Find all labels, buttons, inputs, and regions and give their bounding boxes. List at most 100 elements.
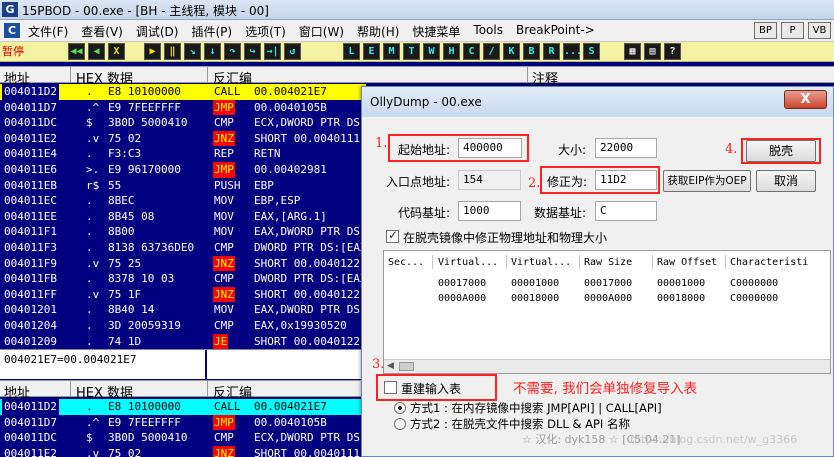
references-window-button[interactable]: R xyxy=(543,43,560,60)
patches-window-button[interactable]: / xyxy=(483,43,500,60)
col-divider[interactable] xyxy=(70,67,71,83)
annotation-1: 1. xyxy=(375,136,388,151)
sections-header[interactable]: Characteristi xyxy=(730,257,808,268)
disasm-row[interactable]: 004011F1. 8B00 MOV EAX,DWORD PTR DS:[ xyxy=(0,224,373,240)
cancel-button[interactable]: 取消 xyxy=(756,170,816,192)
pause-icon[interactable]: ‖ xyxy=(164,43,181,60)
breakpoints-window-button[interactable]: B xyxy=(523,43,540,60)
disasm-row[interactable]: 004011E6 >. E9 96170000 JMP 00.00402981 xyxy=(0,162,366,178)
col-comment[interactable]: 注释 xyxy=(532,68,558,87)
header-divider[interactable] xyxy=(432,255,433,269)
menu-logo-icon[interactable]: C xyxy=(4,23,20,38)
disasm-row[interactable]: 004011D2. E8 10100000 CALL 00.004021E7 xyxy=(0,84,366,100)
disasm-row[interactable]: 004011DC $3B0D 5000410 CMP ECX,DWORD PTR DS… xyxy=(0,115,373,131)
disasm-row[interactable]: 004011DC $3B0D 5000410 CMP ECX,DWORD PTR DS… xyxy=(0,430,373,446)
disasm-row[interactable]: 00401209. 74 1D JE SHORT 00.0040122 xyxy=(0,333,366,350)
disasm-row[interactable]: 00401204. 3D 20059319 CMP EAX,0x19930520 xyxy=(0,318,366,334)
disasm-row[interactable]: 004011FB. 8378 10 03 CMP DWORD PTR DS:[EAX+ xyxy=(0,271,373,287)
rebuild-import-checkbox[interactable] xyxy=(384,381,397,394)
threads-window-button[interactable]: T xyxy=(403,43,420,60)
restart-icon[interactable]: ◀◀ xyxy=(68,43,85,60)
menu-debug[interactable]: 调试(D) xyxy=(136,23,179,40)
method1-radio[interactable] xyxy=(394,402,406,414)
step-into-icon[interactable]: ↘ xyxy=(184,43,201,60)
cpu-window-button[interactable]: C xyxy=(463,43,480,60)
source-window-button[interactable]: S xyxy=(583,43,600,60)
col-divider[interactable] xyxy=(70,381,71,397)
header-divider[interactable] xyxy=(506,255,507,269)
menu-plugins[interactable]: 插件(P) xyxy=(191,23,232,40)
mnemonic-cell: MOV xyxy=(214,225,234,239)
callstack-window-button[interactable]: K xyxy=(503,43,520,60)
menu-breakpoint[interactable]: BreakPoint-> xyxy=(516,23,595,40)
section-cell: 00017000 xyxy=(438,278,487,289)
disasm-row[interactable]: 004011D7 .^ E9 7FEEFFFF JMP 00.0040105B xyxy=(0,99,366,116)
menu-window[interactable]: 窗口(W) xyxy=(299,23,344,40)
code-base-field[interactable]: 1000 xyxy=(458,201,521,221)
disasm-row[interactable]: 004011E2 .v 75 02 JNZ SHORT 00.0040111 xyxy=(0,445,366,457)
disasm-row[interactable]: 004011E2 .v 75 02 JNZ SHORT 00.0040111 xyxy=(0,130,366,147)
disasm-row[interactable]: 004011FF .v 75 1F JNZ SHORT 00.0040122 xyxy=(0,286,366,303)
sections-header[interactable]: Virtual... xyxy=(511,257,571,268)
trace-into-icon[interactable]: ↷ xyxy=(224,43,241,60)
sections-header[interactable]: Virtual... xyxy=(438,257,498,268)
disasm-row[interactable]: 004011D7 .^ E9 7FEEFFFF JMP 00.0040105B xyxy=(0,414,366,431)
memory-window-button[interactable]: M xyxy=(383,43,400,60)
menu-file[interactable]: 文件(F) xyxy=(28,23,68,40)
disasm-row[interactable]: 004011EE. 8B45 08 MOV EAX,[ARG.1] xyxy=(0,209,366,225)
col-divider[interactable] xyxy=(207,381,208,397)
disasm-row[interactable]: 004011F3. 8138 63736DE0 CMP DWORD PTR DS:[E… xyxy=(0,240,373,256)
dialog-title-bar[interactable]: OllyDump - 00.exe X xyxy=(362,87,833,117)
handles-window-button[interactable]: H xyxy=(443,43,460,60)
p-button[interactable]: P xyxy=(781,22,804,39)
run-icon[interactable]: ▶ xyxy=(144,43,161,60)
header-divider[interactable] xyxy=(652,255,653,269)
col-divider[interactable] xyxy=(527,67,528,83)
method2-radio[interactable] xyxy=(394,418,406,430)
get-eip-as-oep-button[interactable]: 获取EIP作为OEP xyxy=(663,170,751,192)
sections-header[interactable]: Raw Size xyxy=(584,257,632,268)
correct-to-field[interactable]: 11D2 xyxy=(595,170,657,190)
execute-till-return-icon[interactable]: →| xyxy=(264,43,281,60)
col-divider[interactable] xyxy=(207,67,208,83)
step-back-icon[interactable]: ◀ xyxy=(88,43,105,60)
disasm-row[interactable]: 004011EB r$ 55 PUSH EBP xyxy=(0,178,366,194)
bp-button[interactable]: BP xyxy=(754,22,777,39)
sections-header[interactable]: Raw Offset xyxy=(657,257,717,268)
data-base-field[interactable]: C xyxy=(595,201,657,221)
help-icon[interactable]: ? xyxy=(664,43,681,60)
run-trace-window-button[interactable]: ... xyxy=(563,43,582,60)
sections-header[interactable]: Sec... xyxy=(388,257,424,268)
sections-hscrollbar[interactable]: ◀ xyxy=(384,359,830,373)
disasm-row[interactable]: 004011D2. E8 10100000 CALL 00.004021E7 xyxy=(0,399,366,415)
menu-help[interactable]: 帮助(H) xyxy=(357,23,399,40)
disasm-row[interactable]: 004011F9 .v 75 25 JNZ SHORT 00.0040122 xyxy=(0,255,366,272)
disasm-row[interactable]: 004011E4. F3:C3 REP RETN xyxy=(0,146,366,162)
scroll-thumb[interactable] xyxy=(399,362,414,371)
menu-view[interactable]: 查看(V) xyxy=(81,23,123,40)
options-list-icon[interactable]: ▤ xyxy=(644,43,661,60)
menu-tools[interactable]: Tools xyxy=(473,23,503,40)
goto-icon[interactable]: ↺ xyxy=(284,43,301,60)
dump-button[interactable]: 脱壳 xyxy=(746,140,816,162)
options-grid-icon[interactable]: ▦ xyxy=(624,43,641,60)
disasm-row[interactable]: 004011EC. 8BEC MOV EBP,ESP xyxy=(0,193,366,209)
menu-options[interactable]: 选项(T) xyxy=(245,23,286,40)
scroll-left-icon[interactable]: ◀ xyxy=(387,361,394,371)
close-icon[interactable]: X xyxy=(108,43,125,60)
dialog-close-button[interactable]: X xyxy=(784,90,827,109)
step-over-icon[interactable]: ↓ xyxy=(204,43,221,60)
fix-address-checkbox[interactable] xyxy=(386,228,399,243)
sections-table[interactable]: Sec... Virtual... Virtual... Raw Size Ra… xyxy=(383,250,831,374)
log-window-button[interactable]: L xyxy=(343,43,360,60)
start-address-field[interactable]: 400000 xyxy=(458,138,522,158)
modules-window-button[interactable]: E xyxy=(363,43,380,60)
trace-over-icon[interactable]: ↪ xyxy=(244,43,261,60)
windows-window-button[interactable]: W xyxy=(423,43,440,60)
menu-shortcut[interactable]: 快捷菜单 xyxy=(412,23,460,40)
header-divider[interactable] xyxy=(579,255,580,269)
vb-button[interactable]: VB xyxy=(808,22,831,39)
header-divider[interactable] xyxy=(725,255,726,269)
size-field[interactable]: 22000 xyxy=(595,138,657,158)
disasm-row[interactable]: 00401201. 8B40 14 MOV EAX,DWORD PTR DS:[ xyxy=(0,302,373,318)
